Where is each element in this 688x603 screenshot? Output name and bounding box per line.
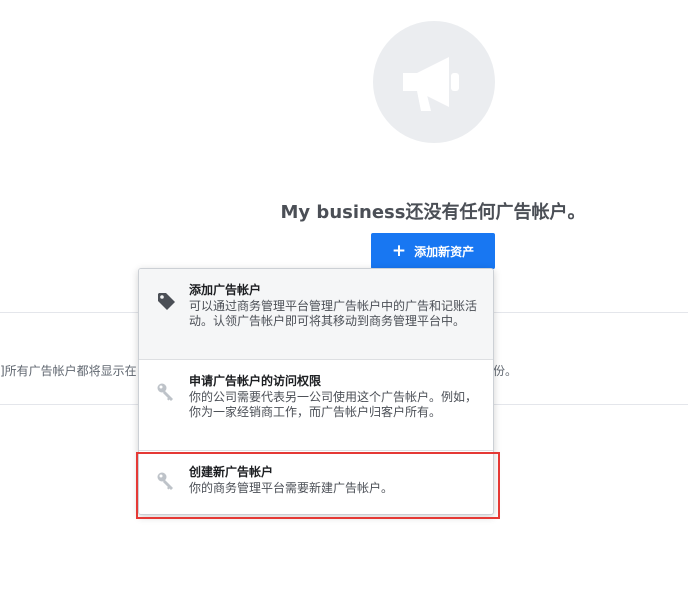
menu-item-title: 申请广告帐户的访问权限: [189, 374, 322, 388]
menu-item-description: 你的商务管理平台需要新建广告帐户。: [189, 481, 394, 495]
background-info-text: ]所有广告帐户都将显示在: [0, 364, 137, 378]
menu-item-title: 创建新广告帐户: [189, 465, 274, 479]
add-asset-dropdown-menu: 添加广告帐户 可以通过商务管理平台管理广告帐户中的广告和记账活动。认领广告帐户即…: [138, 268, 494, 515]
menu-item-request-access[interactable]: 申请广告帐户的访问权限 你的公司需要代表另一公司使用这个广告帐户。例如，你为一家…: [139, 360, 493, 451]
menu-item-title: 添加广告帐户: [189, 283, 262, 297]
page-title: My business还没有任何广告帐户。: [280, 202, 586, 223]
add-new-asset-button[interactable]: + 添加新资产: [371, 233, 495, 269]
menu-item-add-ad-account[interactable]: 添加广告帐户 可以通过商务管理平台管理广告帐户中的广告和记账活动。认领广告帐户即…: [139, 269, 493, 360]
key-icon: [157, 383, 173, 401]
key-icon: [157, 472, 173, 490]
plus-icon: +: [391, 240, 407, 261]
tag-icon: [158, 293, 175, 310]
menu-item-description: 你的公司需要代表另一公司使用这个广告帐户。例如，你为一家经销商工作，而广告帐户归…: [189, 390, 478, 419]
empty-state-illustration: [373, 21, 495, 143]
megaphone-icon: [403, 57, 459, 111]
background-info-text-end: 份。: [493, 364, 518, 378]
menu-item-create-ad-account[interactable]: 创建新广告帐户 你的商务管理平台需要新建广告帐户。: [139, 451, 493, 514]
menu-item-description: 可以通过商务管理平台管理广告帐户中的广告和记账活动。认领广告帐户即可将其移动到商…: [189, 299, 478, 328]
add-new-asset-label: 添加新资产: [414, 244, 475, 259]
